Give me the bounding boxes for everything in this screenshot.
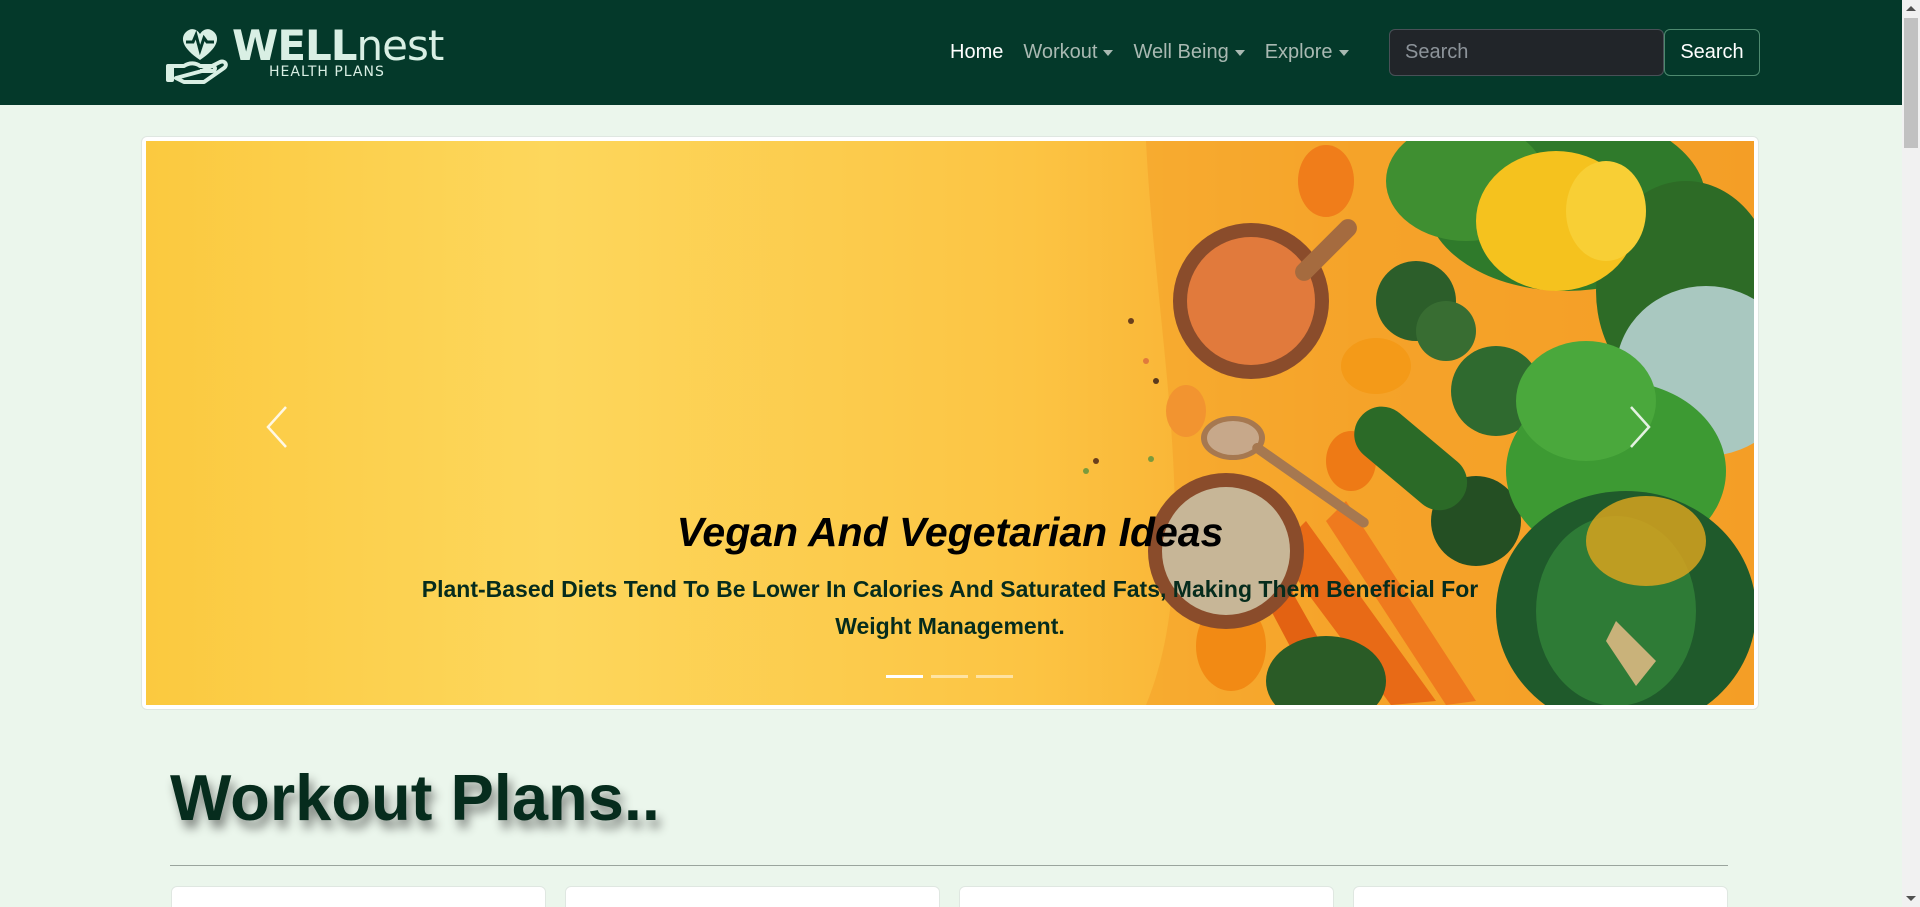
nav-well-being-dropdown[interactable]: Well Being <box>1123 41 1254 64</box>
section-divider <box>170 865 1728 866</box>
hero-carousel: Vegan And Vegetarian Ideas Plant-Based D… <box>146 141 1754 705</box>
brand-tagline: HEALTH PLANS <box>269 64 385 80</box>
search-button[interactable]: Search <box>1664 29 1760 76</box>
brand-logo[interactable]: WELLnest HEALTH PLANS <box>162 16 444 88</box>
scroll-thumb[interactable] <box>1904 18 1918 148</box>
section-title: Workout Plans.. <box>170 761 660 834</box>
workout-card-2[interactable] <box>565 886 940 907</box>
scroll-up-arrow-icon[interactable] <box>1906 6 1916 11</box>
nav-workout-dropdown[interactable]: Workout <box>1013 41 1123 64</box>
caret-down-icon <box>1103 49 1114 56</box>
carousel-indicator-1[interactable] <box>886 675 923 678</box>
nav-explore-dropdown[interactable]: Explore <box>1255 41 1359 64</box>
workout-card-3[interactable] <box>959 886 1334 907</box>
carousel-indicator-3[interactable] <box>976 675 1013 678</box>
caret-down-icon <box>1338 49 1349 56</box>
search-input[interactable] <box>1389 29 1664 76</box>
navbar: WELLnest HEALTH PLANS Home Workout Well … <box>0 0 1902 105</box>
carousel-next-button[interactable] <box>1611 397 1671 457</box>
nav-menu: Home Workout Well Being Explore <box>940 0 1359 105</box>
carousel-indicator-2[interactable] <box>931 675 968 678</box>
page-scrollbar[interactable] <box>1902 0 1920 907</box>
carousel-caption-text: Plant-Based Diets Tend To Be Lower In Ca… <box>421 576 1479 639</box>
workout-card-4[interactable] <box>1353 886 1728 907</box>
caret-down-icon <box>1234 49 1245 56</box>
nav-home[interactable]: Home <box>940 41 1013 64</box>
carousel-indicators <box>886 675 1013 678</box>
heart-hand-logo-icon <box>166 29 228 84</box>
carousel-caption-title: Vegan And Vegetarian Ideas <box>676 509 1224 555</box>
carousel-prev-button[interactable] <box>246 397 306 457</box>
chevron-left-icon <box>266 406 287 448</box>
workout-card-1[interactable] <box>171 886 546 907</box>
chevron-right-icon <box>1630 406 1651 448</box>
scroll-down-arrow-icon[interactable] <box>1906 896 1916 901</box>
